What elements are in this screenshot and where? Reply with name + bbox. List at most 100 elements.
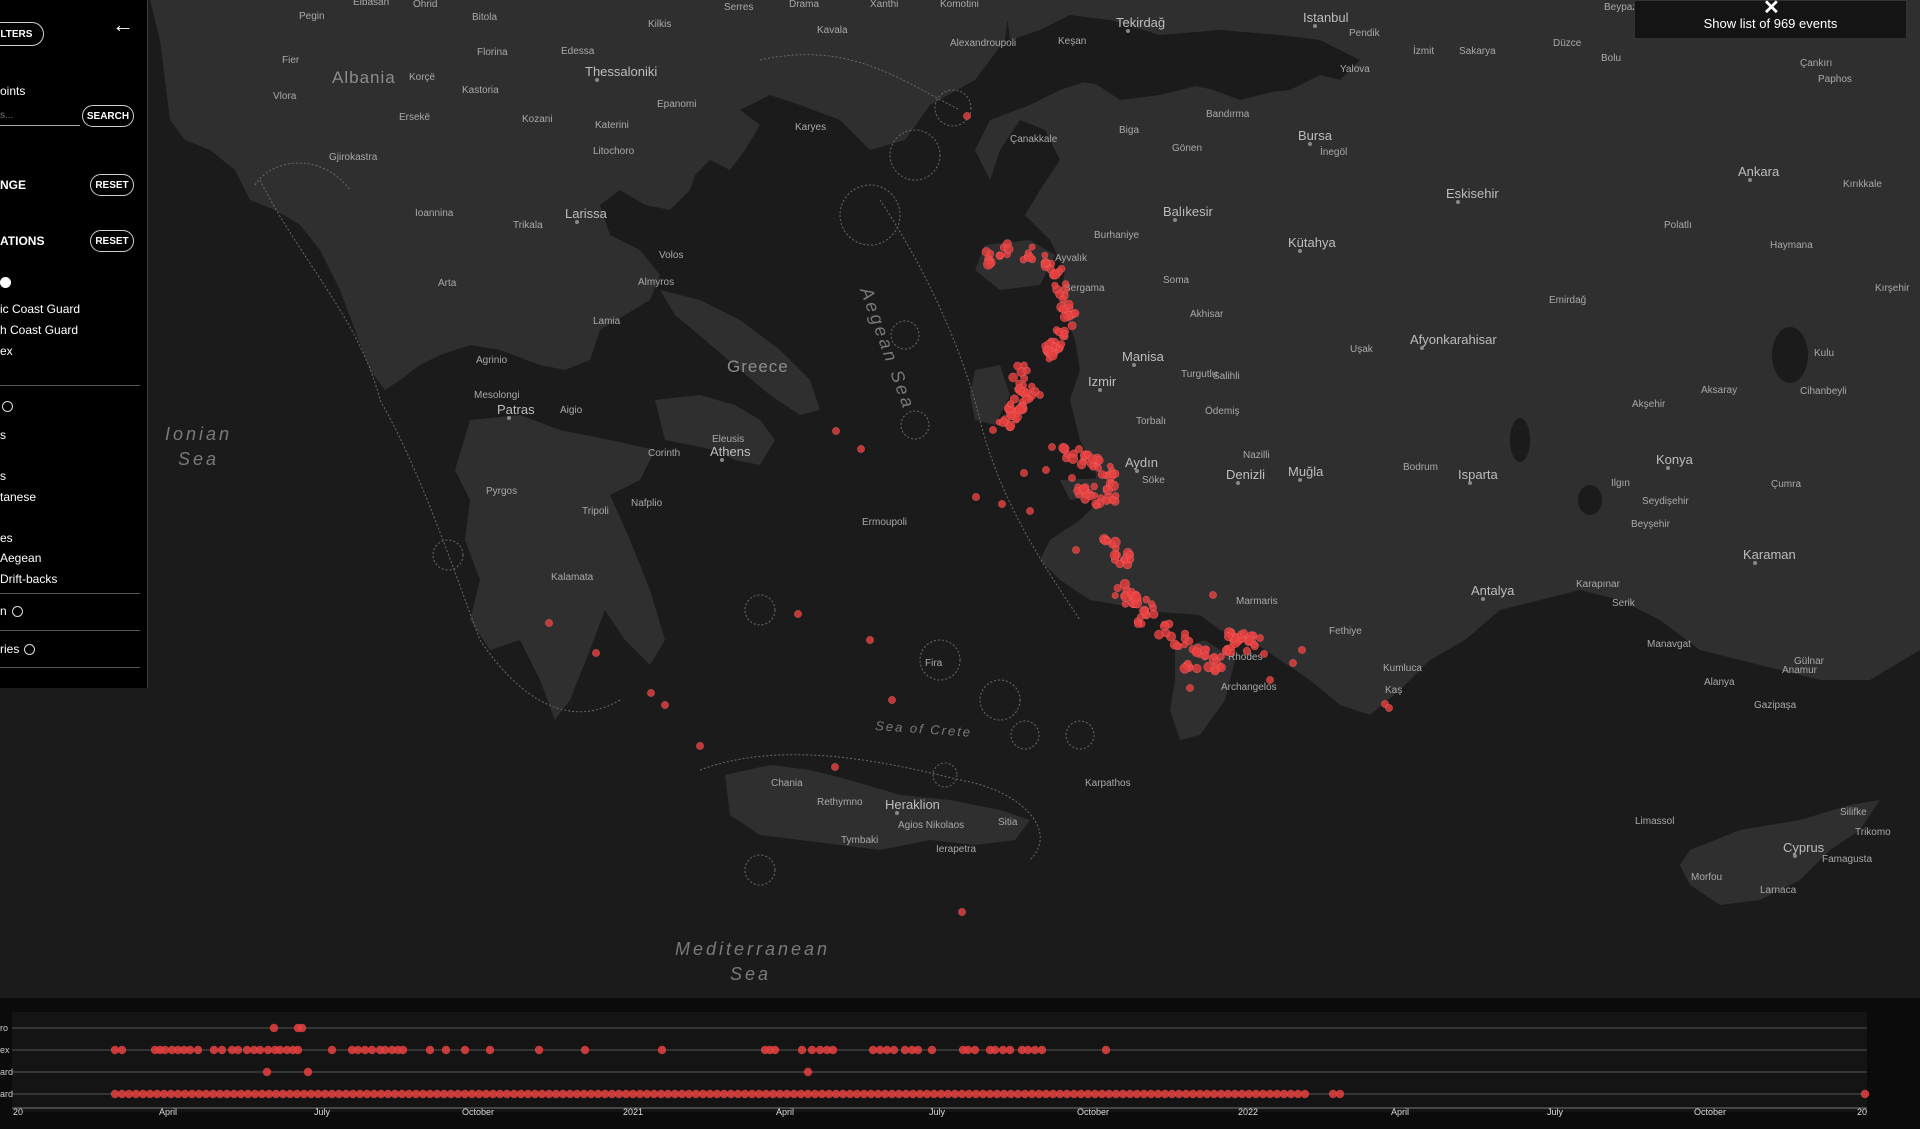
- event-marker[interactable]: [1060, 330, 1069, 338]
- event-marker[interactable]: [1003, 244, 1014, 254]
- group-option[interactable]: s: [0, 428, 6, 442]
- event-marker[interactable]: [983, 258, 994, 270]
- event-marker[interactable]: [1006, 400, 1015, 408]
- event-marker[interactable]: [1093, 502, 1100, 510]
- timeline-event-marker[interactable]: [913, 1045, 923, 1055]
- event-marker[interactable]: [1111, 591, 1119, 599]
- timeline-event-marker[interactable]: [269, 1023, 279, 1033]
- timeline-event-marker[interactable]: [1005, 1045, 1015, 1055]
- event-marker[interactable]: [1102, 485, 1111, 493]
- event-marker[interactable]: [1051, 281, 1059, 289]
- timeline-event-marker[interactable]: [185, 1045, 195, 1055]
- event-marker[interactable]: [1036, 391, 1044, 399]
- timeline-event-marker[interactable]: [117, 1045, 127, 1055]
- timeline-event-marker[interactable]: [534, 1045, 544, 1055]
- timeline-event-marker[interactable]: [193, 1045, 203, 1055]
- event-marker[interactable]: [1131, 591, 1142, 602]
- show-events-list-button[interactable]: ✕ Show list of 969 events: [1634, 0, 1907, 39]
- map-canvas[interactable]: Albania Greece Ionian Sea Aegean Sea Sea…: [0, 0, 1920, 998]
- event-marker[interactable]: [996, 251, 1005, 260]
- timeline-event-marker[interactable]: [441, 1045, 451, 1055]
- event-marker[interactable]: [1048, 351, 1058, 361]
- timeline-event-marker[interactable]: [828, 1045, 838, 1055]
- event-marker[interactable]: [1020, 374, 1029, 383]
- event-marker[interactable]: [1097, 470, 1107, 479]
- event-marker[interactable]: [1192, 663, 1202, 674]
- timeline-event-marker[interactable]: [657, 1045, 667, 1055]
- timeline-event-marker[interactable]: [398, 1045, 408, 1055]
- timeline-event-marker[interactable]: [1037, 1045, 1047, 1055]
- event-marker[interactable]: [1289, 659, 1297, 667]
- timeline-event-marker[interactable]: [990, 1045, 1000, 1055]
- event-marker[interactable]: [1067, 453, 1079, 464]
- operations-radio[interactable]: [0, 274, 11, 292]
- event-marker[interactable]: [1059, 312, 1070, 323]
- event-marker[interactable]: [1090, 482, 1098, 491]
- timeline-event-marker[interactable]: [485, 1045, 495, 1055]
- search-button[interactable]: SEARCH: [82, 105, 134, 127]
- event-marker[interactable]: [1102, 496, 1111, 505]
- event-marker[interactable]: [832, 427, 840, 435]
- event-marker[interactable]: [1134, 619, 1143, 628]
- event-marker[interactable]: [1042, 466, 1050, 474]
- event-marker[interactable]: [1256, 634, 1264, 642]
- timeline-event-marker[interactable]: [770, 1045, 780, 1055]
- event-marker[interactable]: [1020, 469, 1028, 477]
- event-marker[interactable]: [998, 500, 1006, 508]
- timeline-event-marker[interactable]: [293, 1045, 303, 1055]
- group-option[interactable]: es: [0, 531, 13, 545]
- event-marker[interactable]: [1210, 666, 1220, 676]
- group-option[interactable]: tanese: [0, 490, 36, 504]
- event-marker[interactable]: [1007, 412, 1016, 421]
- event-marker[interactable]: [972, 493, 980, 501]
- event-marker[interactable]: [1186, 684, 1194, 692]
- timeline-event-marker[interactable]: [425, 1045, 435, 1055]
- event-marker[interactable]: [1073, 486, 1081, 495]
- event-marker[interactable]: [1201, 651, 1210, 660]
- event-marker[interactable]: [1136, 613, 1145, 621]
- timeline-event-marker[interactable]: [303, 1067, 313, 1077]
- timeline-event-marker[interactable]: [1101, 1045, 1111, 1055]
- option-a[interactable]: n: [0, 604, 23, 618]
- event-marker[interactable]: [1179, 663, 1191, 674]
- event-marker[interactable]: [1260, 650, 1268, 658]
- event-marker[interactable]: [1041, 251, 1049, 259]
- timeline-event-marker[interactable]: [327, 1045, 337, 1055]
- timeline-event-marker[interactable]: [889, 1045, 899, 1055]
- timeline-event-marker[interactable]: [803, 1067, 813, 1077]
- event-marker[interactable]: [1108, 470, 1117, 479]
- search-input[interactable]: [0, 106, 80, 126]
- event-marker[interactable]: [1043, 259, 1051, 267]
- event-marker[interactable]: [1209, 591, 1217, 599]
- event-marker[interactable]: [866, 636, 874, 644]
- event-marker[interactable]: [794, 610, 802, 618]
- event-marker[interactable]: [1385, 704, 1393, 712]
- reset-operations-button[interactable]: RESET: [90, 230, 134, 252]
- event-marker[interactable]: [1076, 459, 1087, 470]
- timeline-event-marker[interactable]: [927, 1045, 937, 1055]
- event-marker[interactable]: [592, 649, 600, 657]
- event-marker[interactable]: [1028, 243, 1036, 251]
- timeline-event-marker[interactable]: [297, 1023, 307, 1033]
- timeline-event-marker[interactable]: [460, 1045, 470, 1055]
- event-marker[interactable]: [1067, 321, 1077, 331]
- back-arrow-icon[interactable]: ←: [112, 12, 134, 38]
- event-marker[interactable]: [963, 112, 971, 120]
- timeline-event-marker[interactable]: [580, 1045, 590, 1055]
- event-marker[interactable]: [1126, 555, 1135, 564]
- event-marker[interactable]: [1224, 632, 1233, 642]
- event-marker[interactable]: [1184, 636, 1194, 646]
- event-marker[interactable]: [1014, 404, 1025, 415]
- event-marker[interactable]: [986, 250, 995, 258]
- actor-option[interactable]: ex: [0, 344, 13, 358]
- timeline-event-marker[interactable]: [807, 1045, 817, 1055]
- event-marker[interactable]: [958, 908, 966, 916]
- event-marker[interactable]: [1048, 443, 1056, 451]
- timeline-event-marker[interactable]: [367, 1045, 377, 1055]
- event-marker[interactable]: [1149, 609, 1159, 619]
- group-option[interactable]: Aegean: [0, 551, 41, 565]
- timeline-event-marker[interactable]: [970, 1045, 980, 1055]
- event-marker[interactable]: [1050, 269, 1061, 280]
- event-marker[interactable]: [1242, 646, 1251, 656]
- actor-option[interactable]: ic Coast Guard: [0, 302, 80, 316]
